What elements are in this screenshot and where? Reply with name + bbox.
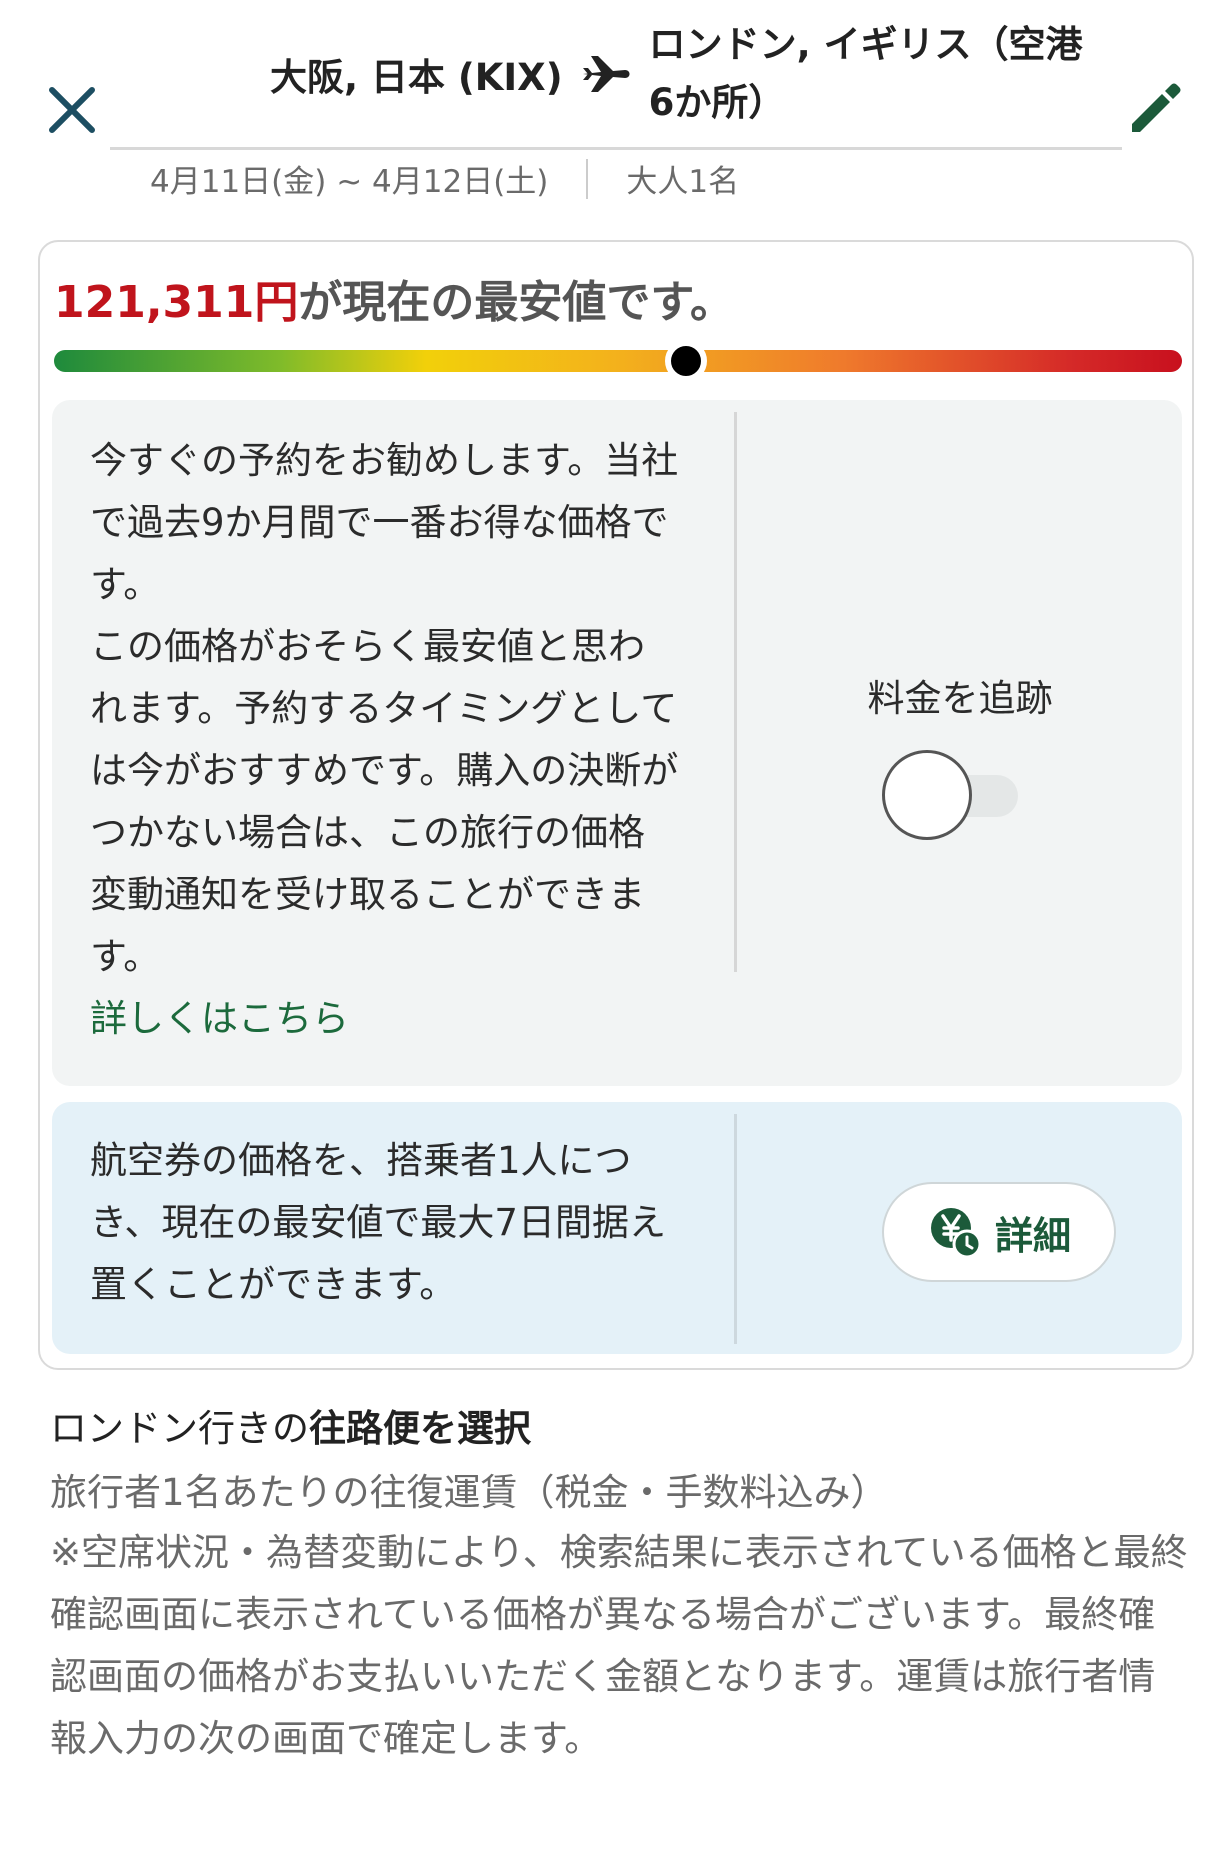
learn-more-link[interactable]: 詳しくはこちら	[90, 997, 349, 1040]
pencil-icon	[1132, 83, 1181, 132]
advice-text: 今すぐの予約をお勧めします。当社で過去9か月間で一番お得な価格です。 この価格が…	[90, 430, 680, 1050]
price-disclaimer: ※空席状況・為替変動により、検索結果に表示されている価格と最終確認画面に表示され…	[50, 1531, 1188, 1760]
yen-clock-icon	[930, 1208, 982, 1259]
title-destination: ロンドン行きの	[50, 1407, 309, 1450]
plane-icon	[582, 56, 630, 92]
close-icon	[49, 87, 95, 133]
lowest-price: 121,311円	[54, 277, 299, 328]
price-insight-card: 121,311円が現在の最安値です。 今すぐの予約をお勧めします。当社で過去9か…	[38, 240, 1194, 1370]
price-gauge-marker	[664, 340, 707, 382]
price-hold-panel: 航空券の価格を、搭乗者1人につき、現在の最安値で最大7日間据え置くことができます…	[52, 1102, 1182, 1354]
header-divider	[110, 147, 1122, 150]
flight-selection-title: ロンドン行きの往路便を選択	[50, 1398, 531, 1452]
track-price-toggle[interactable]	[882, 750, 1032, 840]
traveler-count: 大人1名	[626, 164, 740, 200]
advice-panel: 今すぐの予約をお勧めします。当社で過去9か月間で一番お得な価格です。 この価格が…	[52, 400, 1182, 1086]
destination-label: ロンドン, イギリス（空港6か所）	[648, 23, 1083, 124]
trip-header: 大阪, 日本 (KIX) ロンドン, イギリス（空港6か所） 4月11日(金) …	[0, 0, 1220, 205]
route-summary: 大阪, 日本 (KIX) ロンドン, イギリス（空港6か所）	[270, 16, 1099, 132]
travel-dates: 4月11日(金) ~ 4月12日(土)	[150, 164, 549, 200]
panel-divider	[734, 412, 737, 972]
price-hold-details-button[interactable]: 詳細	[882, 1182, 1116, 1282]
price-hold-text: 航空券の価格を、搭乗者1人につき、現在の最安値で最大7日間据え置くことができます…	[90, 1139, 666, 1306]
edit-search-button[interactable]	[1128, 80, 1184, 136]
panel-divider	[734, 1114, 737, 1344]
advice-paragraph: 今すぐの予約をお勧めします。当社で過去9か月間で一番お得な価格です。	[90, 439, 679, 606]
meta-separator	[586, 158, 589, 199]
price-gauge	[54, 340, 1182, 382]
close-button[interactable]	[44, 82, 100, 138]
origin-label: 大阪, 日本 (KIX)	[270, 56, 563, 99]
title-action: 往路便を選択	[309, 1407, 531, 1450]
price-headline: 121,311円が現在の最安値です。	[54, 266, 734, 330]
fare-basis-note: 旅行者1名あたりの往復運賃（税金・手数料込み）	[50, 1471, 888, 1514]
price-headline-suffix: が現在の最安値です。	[298, 277, 735, 328]
trip-meta: 4月11日(金) ~ 4月12日(土) 大人1名	[150, 156, 739, 201]
track-price-label: 料金を追跡	[867, 677, 1053, 720]
toggle-knob	[882, 750, 972, 840]
advice-paragraph: この価格がおそらく最安値と思われます。予約するタイミングとしては今がおすすめです…	[90, 625, 679, 978]
details-button-label: 詳細	[994, 1213, 1071, 1258]
